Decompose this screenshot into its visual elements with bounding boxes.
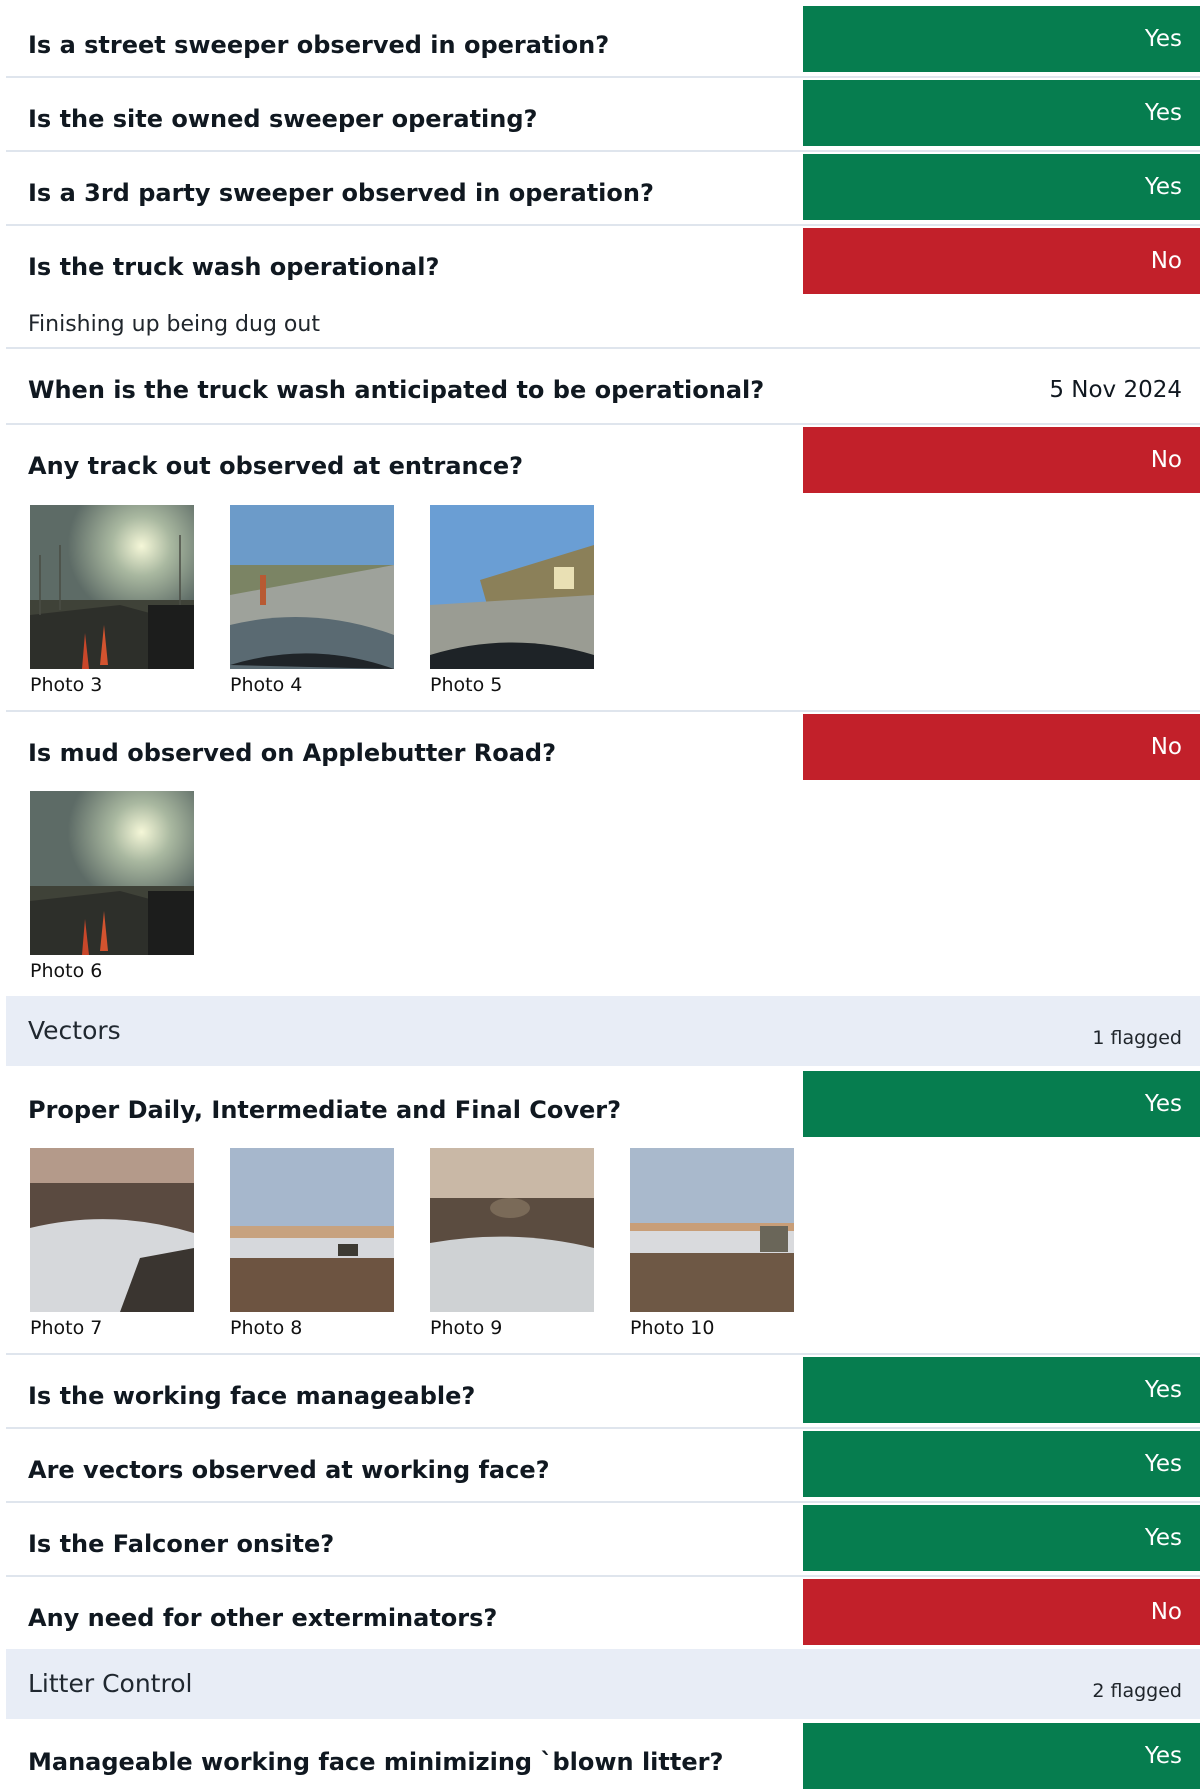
checklist-row: Is the truck wash operational? No Finish…	[6, 228, 1200, 349]
checklist-row: Is a 3rd party sweeper observed in opera…	[6, 154, 1200, 226]
checklist-row: Any track out observed at entrance? No P…	[6, 427, 1200, 712]
question-text: Manageable working face minimizing `blow…	[28, 1748, 724, 1776]
photo-caption: Photo 7	[30, 1317, 103, 1339]
section-title: Vectors	[28, 1016, 121, 1045]
photo-thumbnail[interactable]: Photo 9	[430, 1148, 594, 1340]
answer-badge[interactable]: No	[803, 228, 1200, 294]
checklist-row: Is the working face manageable? Yes	[6, 1357, 1200, 1429]
inspection-report: Is a street sweeper observed in operatio…	[0, 0, 1200, 1789]
photo-caption: Photo 6	[30, 960, 103, 982]
section-header-vectors[interactable]: Vectors 1 flagged	[6, 996, 1200, 1066]
answer-badge[interactable]: Yes	[803, 6, 1200, 72]
photo-thumbnail[interactable]: Photo 6	[30, 791, 194, 983]
question-text: Is a street sweeper observed in operatio…	[28, 31, 610, 59]
photo-image	[630, 1148, 794, 1312]
flagged-count: 2 flagged	[1092, 1680, 1182, 1702]
photo-caption: Photo 5	[430, 674, 503, 696]
answer-badge[interactable]: No	[803, 1579, 1200, 1645]
photo-image	[230, 505, 394, 669]
photo-caption: Photo 4	[230, 674, 303, 696]
answer-badge[interactable]: Yes	[803, 1431, 1200, 1497]
photo-thumbnail[interactable]: Photo 5	[430, 505, 594, 697]
checklist-row: When is the truck wash anticipated to be…	[6, 351, 1200, 425]
photo-thumbnail[interactable]: Photo 8	[230, 1148, 394, 1340]
question-text: Any track out observed at entrance?	[28, 452, 524, 480]
photo-thumbnail[interactable]: Photo 3	[30, 505, 194, 697]
photo-image	[430, 1148, 594, 1312]
photo-thumbnail[interactable]: Photo 7	[30, 1148, 194, 1340]
checklist-row: Manageable working face minimizing `blow…	[6, 1723, 1200, 1789]
photo-image	[30, 1148, 194, 1312]
photo-caption: Photo 8	[230, 1317, 303, 1339]
photo-thumbnail[interactable]: Photo 4	[230, 505, 394, 697]
answer-badge[interactable]: Yes	[803, 80, 1200, 146]
answer-badge[interactable]: No	[803, 714, 1200, 780]
checklist-row: Any need for other exterminators? No	[6, 1579, 1200, 1649]
answer-badge[interactable]: No	[803, 427, 1200, 493]
question-text: Is the working face manageable?	[28, 1382, 476, 1410]
answer-note: Finishing up being dug out	[28, 312, 320, 337]
question-text: Are vectors observed at working face?	[28, 1456, 550, 1484]
answer-badge[interactable]: Yes	[803, 1071, 1200, 1137]
section-title: Litter Control	[28, 1669, 193, 1698]
checklist-row: Are vectors observed at working face? Ye…	[6, 1431, 1200, 1503]
checklist-row: Is a street sweeper observed in operatio…	[6, 6, 1200, 78]
question-text: Is the truck wash operational?	[28, 253, 440, 281]
photo-image	[30, 505, 194, 669]
answer-badge[interactable]: Yes	[803, 1357, 1200, 1423]
checklist-row: Is mud observed on Applebutter Road? No …	[6, 714, 1200, 994]
photo-image	[30, 791, 194, 955]
question-text: Is the site owned sweeper operating?	[28, 105, 538, 133]
checklist-row: Proper Daily, Intermediate and Final Cov…	[6, 1071, 1200, 1355]
question-text: Is mud observed on Applebutter Road?	[28, 739, 557, 767]
photo-image	[230, 1148, 394, 1312]
answer-badge[interactable]: Yes	[803, 1723, 1200, 1789]
checklist-row: Is the Falconer onsite? Yes	[6, 1505, 1200, 1577]
question-text: Any need for other exterminators?	[28, 1604, 498, 1632]
photo-image	[430, 505, 594, 669]
question-text: Is the Falconer onsite?	[28, 1530, 335, 1558]
photo-caption: Photo 3	[30, 674, 103, 696]
photo-caption: Photo 9	[430, 1317, 503, 1339]
question-text: Proper Daily, Intermediate and Final Cov…	[28, 1096, 622, 1124]
checklist-row: Is the site owned sweeper operating? Yes	[6, 80, 1200, 152]
question-text: When is the truck wash anticipated to be…	[28, 376, 765, 404]
flagged-count: 1 flagged	[1092, 1027, 1182, 1049]
answer-date: 5 Nov 2024	[1049, 377, 1182, 403]
answer-badge[interactable]: Yes	[803, 154, 1200, 220]
photo-thumbnail[interactable]: Photo 10	[630, 1148, 794, 1340]
answer-badge[interactable]: Yes	[803, 1505, 1200, 1571]
section-header-litter-control[interactable]: Litter Control 2 flagged	[6, 1649, 1200, 1719]
question-text: Is a 3rd party sweeper observed in opera…	[28, 179, 654, 207]
photo-caption: Photo 10	[630, 1317, 715, 1339]
